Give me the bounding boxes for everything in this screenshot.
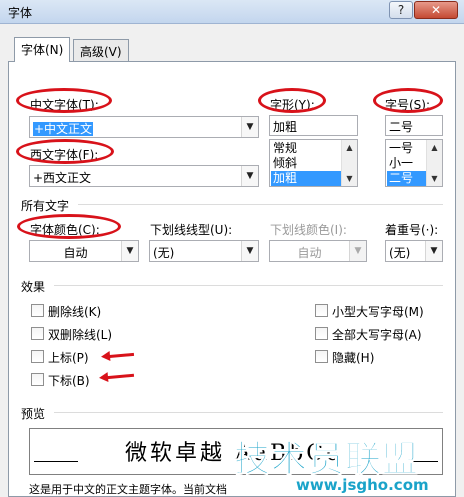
subscript-label[interactable]: 下标(B) [48, 372, 90, 389]
underline-color-value: 自动 [297, 246, 322, 260]
underline-style-label: 下划线线型(U): [150, 223, 233, 237]
tab-font[interactable]: 字体(N) [14, 37, 71, 62]
list-item[interactable]: 倾斜 [271, 156, 341, 171]
preview-section-label: 预览 [21, 407, 46, 421]
font-style-value: 加粗 [273, 120, 298, 134]
chevron-down-icon[interactable]: ▼ [241, 166, 258, 186]
underline-color-combo: 自动 ▼ [269, 240, 367, 262]
font-color-combo[interactable]: 自动 ▼ [29, 240, 139, 262]
western-font-value: +西文正文 [33, 171, 92, 185]
list-item[interactable]: 加粗 [271, 171, 341, 186]
double-strikethrough-label[interactable]: 双删除线(L) [48, 326, 112, 343]
scroll-up-icon[interactable]: ▲ [342, 140, 357, 155]
strikethrough-checkbox[interactable] [31, 304, 44, 317]
tab-advanced[interactable]: 高级(V) [73, 39, 129, 61]
preview-description: 这是用于中文的正文主题字体。当前文档 [29, 483, 227, 496]
all-caps-label[interactable]: 全部大写字母(A) [332, 326, 422, 343]
chinese-font-combo[interactable]: +中文正文 ▼ [29, 116, 259, 138]
watermark-url: www.jsgho.com [296, 476, 429, 494]
double-strikethrough-checkbox[interactable] [31, 327, 44, 340]
effects-section-label: 效果 [21, 280, 46, 294]
chevron-down-icon[interactable]: ▼ [425, 241, 442, 261]
title-bar: 字体 ? ✕ [0, 0, 464, 24]
chinese-font-value: +中文正文 [33, 122, 94, 136]
superscript-label[interactable]: 上标(P) [48, 349, 89, 366]
chevron-down-icon[interactable]: ▼ [241, 117, 258, 137]
chevron-down-icon[interactable]: ▼ [241, 241, 258, 261]
section-divider [54, 412, 443, 413]
help-button[interactable]: ? [389, 1, 413, 19]
superscript-checkbox[interactable] [31, 350, 44, 363]
list-item[interactable]: 常规 [271, 141, 341, 156]
font-style-list[interactable]: 常规 倾斜 加粗 ▲ ▼ [269, 139, 358, 187]
scroll-down-icon[interactable]: ▼ [427, 171, 442, 186]
font-color-value: 自动 [63, 246, 88, 260]
annotation-oval [373, 88, 443, 113]
chevron-down-icon[interactable]: ▼ [121, 241, 138, 261]
all-text-section-label: 所有文字 [21, 199, 70, 213]
close-button[interactable]: ✕ [414, 1, 458, 19]
annotation-oval [258, 88, 326, 113]
section-divider [54, 285, 443, 286]
annotation-oval [16, 88, 112, 113]
chevron-down-icon: ▼ [349, 241, 366, 261]
font-style-input[interactable]: 加粗 [269, 115, 358, 136]
hidden-checkbox[interactable] [315, 350, 328, 363]
small-caps-checkbox[interactable] [315, 304, 328, 317]
small-caps-label[interactable]: 小型大写字母(M) [332, 303, 424, 320]
underline-color-label: 下划线颜色(I): [270, 223, 347, 237]
emphasis-mark-combo[interactable]: (无) ▼ [385, 240, 443, 262]
emphasis-mark-label: 着重号(·): [385, 223, 439, 237]
scroll-down-icon[interactable]: ▼ [342, 171, 357, 186]
style-list-scrollbar[interactable]: ▲ ▼ [341, 140, 357, 186]
underline-style-value: (无) [153, 246, 175, 260]
preview-baseline [34, 461, 78, 462]
section-divider [78, 204, 443, 205]
subscript-checkbox[interactable] [31, 373, 44, 386]
underline-style-combo[interactable]: (无) ▼ [149, 240, 259, 262]
emphasis-mark-value: (无) [389, 246, 411, 260]
strikethrough-label[interactable]: 删除线(K) [48, 303, 101, 320]
list-item[interactable]: 一号 [387, 141, 426, 156]
window-title: 字体 [8, 6, 33, 20]
size-list-scrollbar[interactable]: ▲ ▼ [426, 140, 442, 186]
font-size-list[interactable]: 一号 小一 二号 ▲ ▼ [385, 139, 443, 187]
western-font-combo[interactable]: +西文正文 ▼ [29, 165, 259, 187]
list-item[interactable]: 小一 [387, 156, 426, 171]
hidden-label[interactable]: 隐藏(H) [332, 349, 374, 366]
watermark-logo: 技术员联盟 [233, 439, 420, 481]
annotation-oval [17, 214, 121, 239]
annotation-oval [16, 139, 114, 164]
font-size-input[interactable]: 二号 [385, 115, 443, 136]
all-caps-checkbox[interactable] [315, 327, 328, 340]
font-size-value: 二号 [389, 120, 414, 134]
scroll-up-icon[interactable]: ▲ [427, 140, 442, 155]
list-item[interactable]: 二号 [387, 171, 426, 186]
